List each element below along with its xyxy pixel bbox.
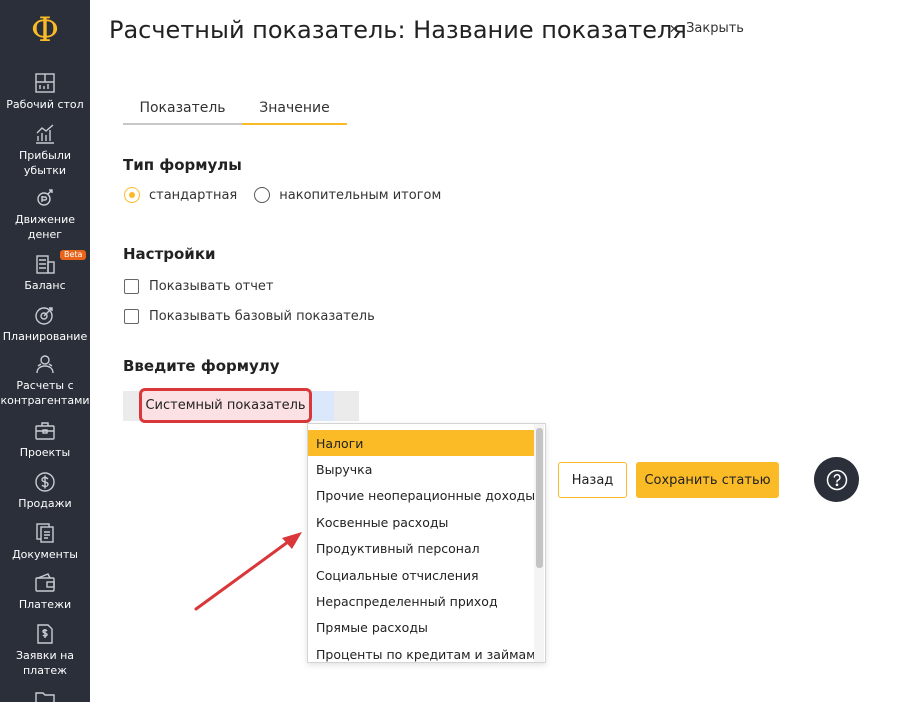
folder-icon [35, 692, 55, 702]
tab-indicator[interactable]: Показатель [123, 93, 242, 125]
radio-cumulative[interactable] [254, 187, 271, 203]
dropdown-item[interactable]: Прямые расходы [308, 615, 535, 641]
sidebar-item-sales[interactable]: Продажи [0, 471, 90, 511]
sidebar-item-label: Проекты [19, 446, 71, 459]
checkbox[interactable] [124, 309, 139, 324]
logo[interactable]: Ф [0, 8, 90, 52]
formula-type-options: стандартная накопительным итогом [124, 187, 441, 203]
system-indicator-dropdown[interactable]: Налоги Выручка Прочие неоперационные дох… [307, 423, 546, 663]
tab-value[interactable]: Значение [242, 93, 347, 125]
balance-icon [36, 255, 55, 274]
dropdown-item[interactable]: Косвенные расходы [308, 509, 535, 535]
close-label: Закрыть [686, 21, 744, 36]
dropdown-item[interactable]: Налоги [308, 430, 535, 457]
sidebar-item-more[interactable] [0, 688, 90, 702]
people-icon [36, 355, 54, 374]
dropdown-list: Налоги Выручка Прочие неоперационные дох… [308, 430, 536, 662]
sidebar-item-balance[interactable]: Beta Баланс [0, 250, 90, 293]
sidebar-item-label: Баланс [24, 279, 66, 292]
radio-standard-label[interactable]: стандартная [149, 188, 237, 203]
dropdown-item[interactable]: Прочие неоперационные доходы [308, 483, 535, 509]
help-button[interactable] [814, 457, 859, 502]
sidebar-item-projects[interactable]: Проекты [0, 420, 90, 460]
payment-request-icon [37, 624, 53, 644]
money-flow-icon [37, 189, 53, 206]
system-indicator-button[interactable]: Системный показатель [139, 388, 312, 423]
formula-cursor-area[interactable] [310, 391, 334, 421]
sidebar-item-payment-requests[interactable]: Заявки на платеж [0, 623, 90, 678]
radio-standard[interactable] [124, 187, 140, 203]
close-button[interactable]: ✕ Закрыть [669, 21, 744, 36]
dropdown-item[interactable]: Продуктивный персонал [308, 536, 535, 562]
tab-bar: Показатель Значение [123, 93, 347, 126]
sidebar-item-label: Расчеты с контрагентами [0, 379, 90, 407]
target-icon [35, 307, 53, 325]
beta-badge: Beta [60, 250, 87, 260]
sidebar-item-payments[interactable]: Платежи [0, 572, 90, 612]
close-icon: ✕ [669, 21, 680, 36]
documents-icon [36, 523, 54, 543]
sidebar-item-label: Платежи [18, 598, 72, 611]
dropdown-item[interactable]: Выручка [308, 456, 535, 482]
checkbox-show-base[interactable]: Показывать базовый показатель [124, 309, 375, 324]
sidebar-item-label: Продажи [18, 497, 72, 510]
page-title: Расчетный показатель: Название показател… [109, 16, 687, 44]
dropdown-scrollbar[interactable] [534, 424, 544, 662]
checkbox-label[interactable]: Показывать отчет [149, 279, 274, 294]
dropdown-item[interactable]: Нераспределенный приход [308, 588, 535, 614]
sidebar-item-desktop[interactable]: Рабочий стол [0, 72, 90, 112]
back-button[interactable]: Назад [558, 462, 627, 498]
formula-type-heading: Тип формулы [123, 156, 242, 174]
desktop-icon [35, 73, 55, 93]
sidebar-item-counterparties[interactable]: Расчеты с контрагентами [0, 353, 90, 408]
checkbox[interactable] [124, 279, 139, 294]
sidebar-item-planning[interactable]: Планирование [0, 304, 90, 344]
annotation-arrow [194, 532, 302, 611]
sidebar-item-label: Прибыли убытки [18, 149, 72, 177]
scrollbar-thumb[interactable] [536, 428, 543, 568]
sidebar-item-label: Рабочий стол [6, 98, 84, 111]
sidebar-item-cash-flow[interactable]: Движение денег [0, 187, 90, 242]
sidebar-item-label: Заявки на платеж [15, 649, 75, 677]
radio-cumulative-label[interactable]: накопительным итогом [279, 188, 441, 203]
sidebar-item-documents[interactable]: Документы [0, 522, 90, 562]
checkbox-show-report[interactable]: Показывать отчет [124, 279, 274, 294]
dollar-icon [35, 472, 55, 492]
sidebar-item-label: Документы [12, 548, 78, 561]
sidebar-item-label: Планирование [2, 330, 88, 343]
chart-icon [36, 124, 54, 144]
sidebar: Ф Рабочий стол Прибыли убытки Движение д… [0, 0, 90, 702]
checkbox-label[interactable]: Показывать базовый показатель [149, 309, 375, 324]
formula-heading: Введите формулу [123, 357, 280, 375]
briefcase-icon [35, 422, 55, 440]
help-icon [826, 469, 847, 490]
wallet-icon [35, 573, 55, 592]
settings-heading: Настройки [123, 245, 216, 263]
dropdown-item[interactable]: Проценты по кредитам и займам [308, 641, 536, 662]
save-button[interactable]: Сохранить статью [636, 462, 779, 498]
sidebar-item-profit-loss[interactable]: Прибыли убытки [0, 123, 90, 178]
dropdown-item[interactable]: Социальные отчисления [308, 562, 535, 588]
sidebar-item-label: Движение денег [14, 213, 75, 241]
